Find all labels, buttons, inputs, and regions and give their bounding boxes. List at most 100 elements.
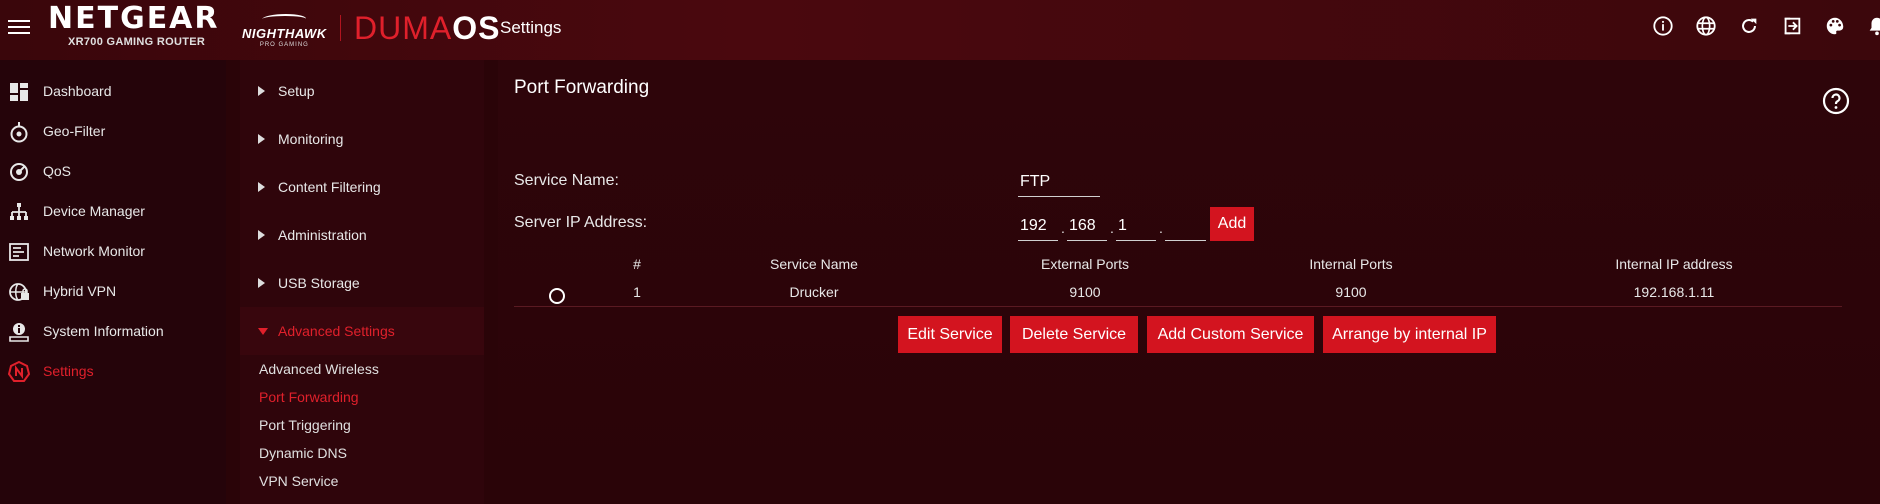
ip-separator: .: [1159, 220, 1163, 236]
subnav-item-advanced-settings[interactable]: Advanced Settings: [240, 307, 484, 355]
arrange-by-internal-ip-button[interactable]: Arrange by internal IP: [1323, 316, 1496, 353]
subnav-item-label: Advanced Settings: [278, 323, 395, 339]
nighthawk-name: NIGHTHAWK: [242, 26, 327, 41]
dashboard-icon: [8, 81, 30, 103]
brand-block: NETGEAR XR700 GAMING ROUTER: [48, 1, 220, 49]
ip-separator: .: [1110, 220, 1114, 236]
add-custom-service-button[interactable]: Add Custom Service: [1147, 316, 1314, 353]
nighthawk-logo: NIGHTHAWK PRO GAMING: [242, 14, 327, 48]
nighthawk-subtitle: PRO GAMING: [259, 42, 309, 48]
row-cell-internal-ip: 192.168.1.11: [1633, 284, 1715, 300]
column-header-internal-ip: Internal IP address: [1615, 256, 1733, 272]
nighthawk-wing-icon: [260, 14, 309, 24]
top-header: NETGEAR XR700 GAMING ROUTER NIGHTHAWK PR…: [0, 0, 1880, 60]
subnav-item-usb-storage[interactable]: USB Storage: [240, 259, 484, 307]
sidebar-item-label: Hybrid VPN: [43, 283, 117, 299]
dumaos-logo: DUMAOS: [354, 10, 500, 46]
sidebar-item-hybrid-vpn[interactable]: Hybrid VPN: [0, 271, 226, 311]
sidebar-item-label: Device Manager: [43, 203, 145, 219]
geo-filter-icon: [8, 121, 30, 143]
column-header-external-ports: External Ports: [1041, 256, 1129, 272]
device-manager-icon: [8, 201, 30, 223]
header-icon-bar: [1651, 14, 1880, 38]
sidebar-item-system-information[interactable]: System Information: [0, 311, 226, 351]
column-header-internal-ports: Internal Ports: [1309, 256, 1393, 272]
subnav-link-port-triggering[interactable]: Port Triggering: [259, 417, 351, 433]
row-cell-index: 1: [633, 284, 641, 300]
hybrid-vpn-icon: [8, 281, 30, 303]
sidebar-item-qos[interactable]: QoS: [0, 151, 226, 191]
row-select-radio[interactable]: [549, 288, 565, 304]
delete-service-button[interactable]: Delete Service: [1010, 316, 1138, 353]
ip-octet-2-input[interactable]: [1067, 215, 1107, 241]
qos-icon: [8, 161, 30, 183]
router-model: XR700 GAMING ROUTER: [68, 36, 206, 48]
sidebar-item-label: Dashboard: [43, 83, 112, 99]
bell-icon[interactable]: [1866, 14, 1880, 38]
sidebar-item-label: QoS: [43, 163, 72, 179]
caret-right-icon: [258, 182, 265, 192]
menu-icon[interactable]: [8, 16, 30, 36]
column-header-index: #: [633, 256, 641, 272]
main-content: Port Forwarding Service Name: Server IP …: [498, 60, 1880, 504]
subnav-link-advanced-wireless[interactable]: Advanced Wireless: [259, 361, 379, 377]
header-divider: [340, 15, 341, 41]
add-button[interactable]: Add: [1210, 207, 1254, 241]
netgear-logo: NETGEAR: [48, 1, 220, 36]
subnav-link-dynamic-dns[interactable]: Dynamic DNS: [259, 445, 347, 461]
help-icon[interactable]: [1822, 87, 1850, 115]
service-name-label: Service Name:: [514, 172, 619, 189]
row-cell-external-ports: 9100: [1069, 284, 1101, 300]
settings-subnav: Setup Monitoring Content Filtering Admin…: [240, 60, 484, 504]
os-text: OS: [452, 10, 501, 46]
sidebar-item-label: Settings: [43, 363, 94, 379]
palette-icon[interactable]: [1823, 14, 1847, 38]
edit-service-button[interactable]: Edit Service: [898, 316, 1002, 353]
system-information-icon: [8, 321, 30, 343]
service-name-input[interactable]: [1018, 172, 1100, 197]
ip-octet-3-input[interactable]: [1116, 215, 1156, 241]
subnav-item-label: USB Storage: [278, 275, 360, 291]
subnav-item-label: Monitoring: [278, 131, 344, 147]
sidebar-item-dashboard[interactable]: Dashboard: [0, 71, 226, 111]
logout-icon[interactable]: [1780, 14, 1804, 38]
sidebar-item-network-monitor[interactable]: Network Monitor: [0, 231, 226, 271]
subnav-link-vpn-service[interactable]: VPN Service: [259, 473, 338, 489]
globe-icon[interactable]: [1694, 14, 1718, 38]
sidebar-item-label: Geo-Filter: [43, 123, 106, 139]
caret-down-icon: [258, 327, 268, 335]
ip-octet-4-input[interactable]: [1165, 215, 1206, 241]
subnav-item-setup[interactable]: Setup: [240, 67, 484, 115]
duma-text: DUMA: [354, 10, 453, 46]
sidebar-item-geo-filter[interactable]: Geo-Filter: [0, 111, 226, 151]
network-monitor-icon: [8, 241, 30, 263]
caret-right-icon: [258, 86, 265, 96]
subnav-item-content-filtering[interactable]: Content Filtering: [240, 163, 484, 211]
ip-octet-1-input[interactable]: [1018, 215, 1058, 241]
subnav-link-port-forwarding[interactable]: Port Forwarding: [259, 389, 359, 405]
subnav-item-label: Content Filtering: [278, 179, 381, 195]
subnav-item-label: Setup: [278, 83, 315, 99]
subnav-item-administration[interactable]: Administration: [240, 211, 484, 259]
server-ip-label: Server IP Address:: [514, 214, 648, 231]
info-icon[interactable]: [1651, 14, 1675, 38]
subnav-item-monitoring[interactable]: Monitoring: [240, 115, 484, 163]
sidebar-item-label: Network Monitor: [43, 243, 145, 259]
settings-icon: [7, 360, 31, 383]
sidebar-item-label: System Information: [43, 323, 164, 339]
page-section-title: Settings: [500, 18, 562, 37]
caret-right-icon: [258, 230, 265, 240]
table-row-divider: [514, 306, 1842, 307]
page-title: Port Forwarding: [514, 77, 650, 98]
column-header-service-name: Service Name: [770, 256, 858, 272]
refresh-icon[interactable]: [1737, 14, 1761, 38]
sidebar-item-device-manager[interactable]: Device Manager: [0, 191, 226, 231]
caret-right-icon: [258, 134, 265, 144]
sidebar-item-settings[interactable]: Settings: [0, 351, 226, 391]
ip-separator: .: [1061, 220, 1065, 236]
row-cell-internal-ports: 9100: [1335, 284, 1367, 300]
subnav-item-label: Administration: [278, 227, 367, 243]
main-sidebar: Dashboard Geo-Filter QoS Device Manager …: [0, 60, 226, 504]
row-cell-service-name: Drucker: [789, 284, 839, 300]
caret-right-icon: [258, 278, 265, 288]
